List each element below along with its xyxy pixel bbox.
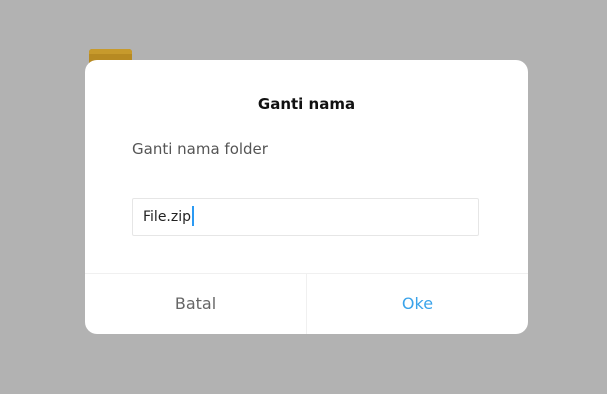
input-value-wrapper: File.zip (143, 205, 195, 226)
text-caret (192, 205, 195, 226)
ok-button[interactable]: Oke (307, 274, 528, 334)
folder-name-input[interactable]: File.zip (132, 198, 479, 236)
rename-dialog: Ganti nama Ganti nama folder File.zip Ba… (85, 60, 528, 334)
cancel-button[interactable]: Batal (85, 274, 306, 334)
dialog-message: Ganti nama folder (132, 140, 268, 158)
input-value: File.zip (143, 209, 192, 225)
dialog-title: Ganti nama (257, 95, 356, 113)
dialog-footer: Batal Oke (85, 273, 528, 334)
